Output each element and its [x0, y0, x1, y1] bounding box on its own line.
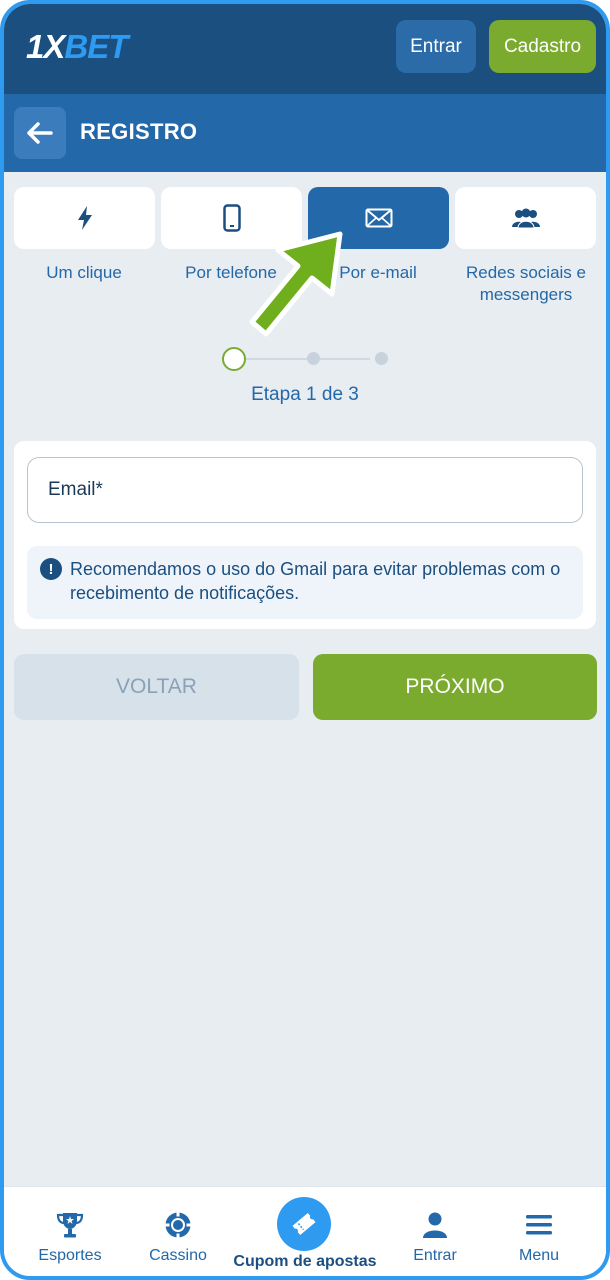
page-header: REGISTRO: [4, 94, 606, 172]
logo-prefix: 1X: [26, 28, 65, 65]
exclamation-icon: !: [40, 558, 62, 580]
email-input[interactable]: [27, 457, 583, 523]
stepper-line: [242, 358, 370, 360]
arrow-left-icon: [27, 122, 53, 144]
pointer-arrow-icon: [249, 231, 343, 337]
nav-item-sports[interactable]: Esportes: [15, 1187, 125, 1276]
tab-label-one-click[interactable]: Um clique: [9, 262, 159, 284]
nav-label-menu: Menu: [518, 1247, 560, 1264]
tab-social[interactable]: [455, 187, 596, 249]
stepper-current-step: [222, 347, 246, 371]
brand-logo[interactable]: 1XBET: [26, 28, 128, 66]
hamburger-icon: [526, 1215, 552, 1235]
users-icon: [511, 208, 540, 229]
registration-form-card: ! Recomendamos o uso do Gmail para evita…: [14, 441, 596, 629]
register-button[interactable]: Cadastro: [489, 20, 596, 73]
back-button[interactable]: [14, 107, 66, 159]
stepper-step: [375, 352, 388, 365]
page-title: REGISTRO: [80, 119, 198, 144]
tab-label-social[interactable]: Redes sociais e messengers: [450, 262, 602, 306]
nav-label-casino: Cassino: [149, 1247, 207, 1264]
ticket-icon: [292, 1212, 316, 1236]
info-notice: ! Recomendamos o uso do Gmail para evita…: [27, 546, 583, 619]
nav-item-login[interactable]: Entrar: [380, 1187, 490, 1276]
logo-suffix: BET: [64, 28, 128, 65]
nav-label-login: Entrar: [413, 1247, 457, 1264]
trophy-icon: [56, 1213, 84, 1238]
top-header: 1XBET Entrar Cadastro: [4, 4, 606, 94]
phone-icon: [222, 204, 241, 232]
back-step-button[interactable]: VOLTAR: [14, 654, 299, 720]
lightning-icon: [77, 206, 92, 230]
nav-item-casino[interactable]: Cassino: [123, 1187, 233, 1276]
casino-chip-icon: [165, 1212, 191, 1238]
bottom-navigation: Esportes Cassino Cupom de apostas Entrar…: [4, 1186, 606, 1276]
nav-item-bet-slip[interactable]: Cupom de apostas: [230, 1187, 380, 1276]
step-indicator-text: Etapa 1 de 3: [251, 384, 359, 405]
nav-label-sports: Esportes: [38, 1247, 102, 1264]
info-notice-text: Recomendamos o uso do Gmail para evitar …: [70, 559, 561, 603]
nav-item-menu[interactable]: Menu: [484, 1187, 594, 1276]
app-frame: 1XBET Entrar Cadastro REGISTRO Um clique…: [0, 0, 610, 1280]
stepper-step: [307, 352, 320, 365]
bet-slip-button[interactable]: [277, 1197, 331, 1251]
progress-stepper: [220, 346, 390, 372]
next-step-button[interactable]: PRÓXIMO: [313, 654, 597, 720]
tab-one-click[interactable]: [14, 187, 155, 249]
login-button[interactable]: Entrar: [396, 20, 476, 73]
nav-label-bet-slip: Cupom de apostas: [233, 1253, 377, 1270]
envelope-icon: [365, 208, 392, 228]
user-icon: [423, 1212, 447, 1238]
